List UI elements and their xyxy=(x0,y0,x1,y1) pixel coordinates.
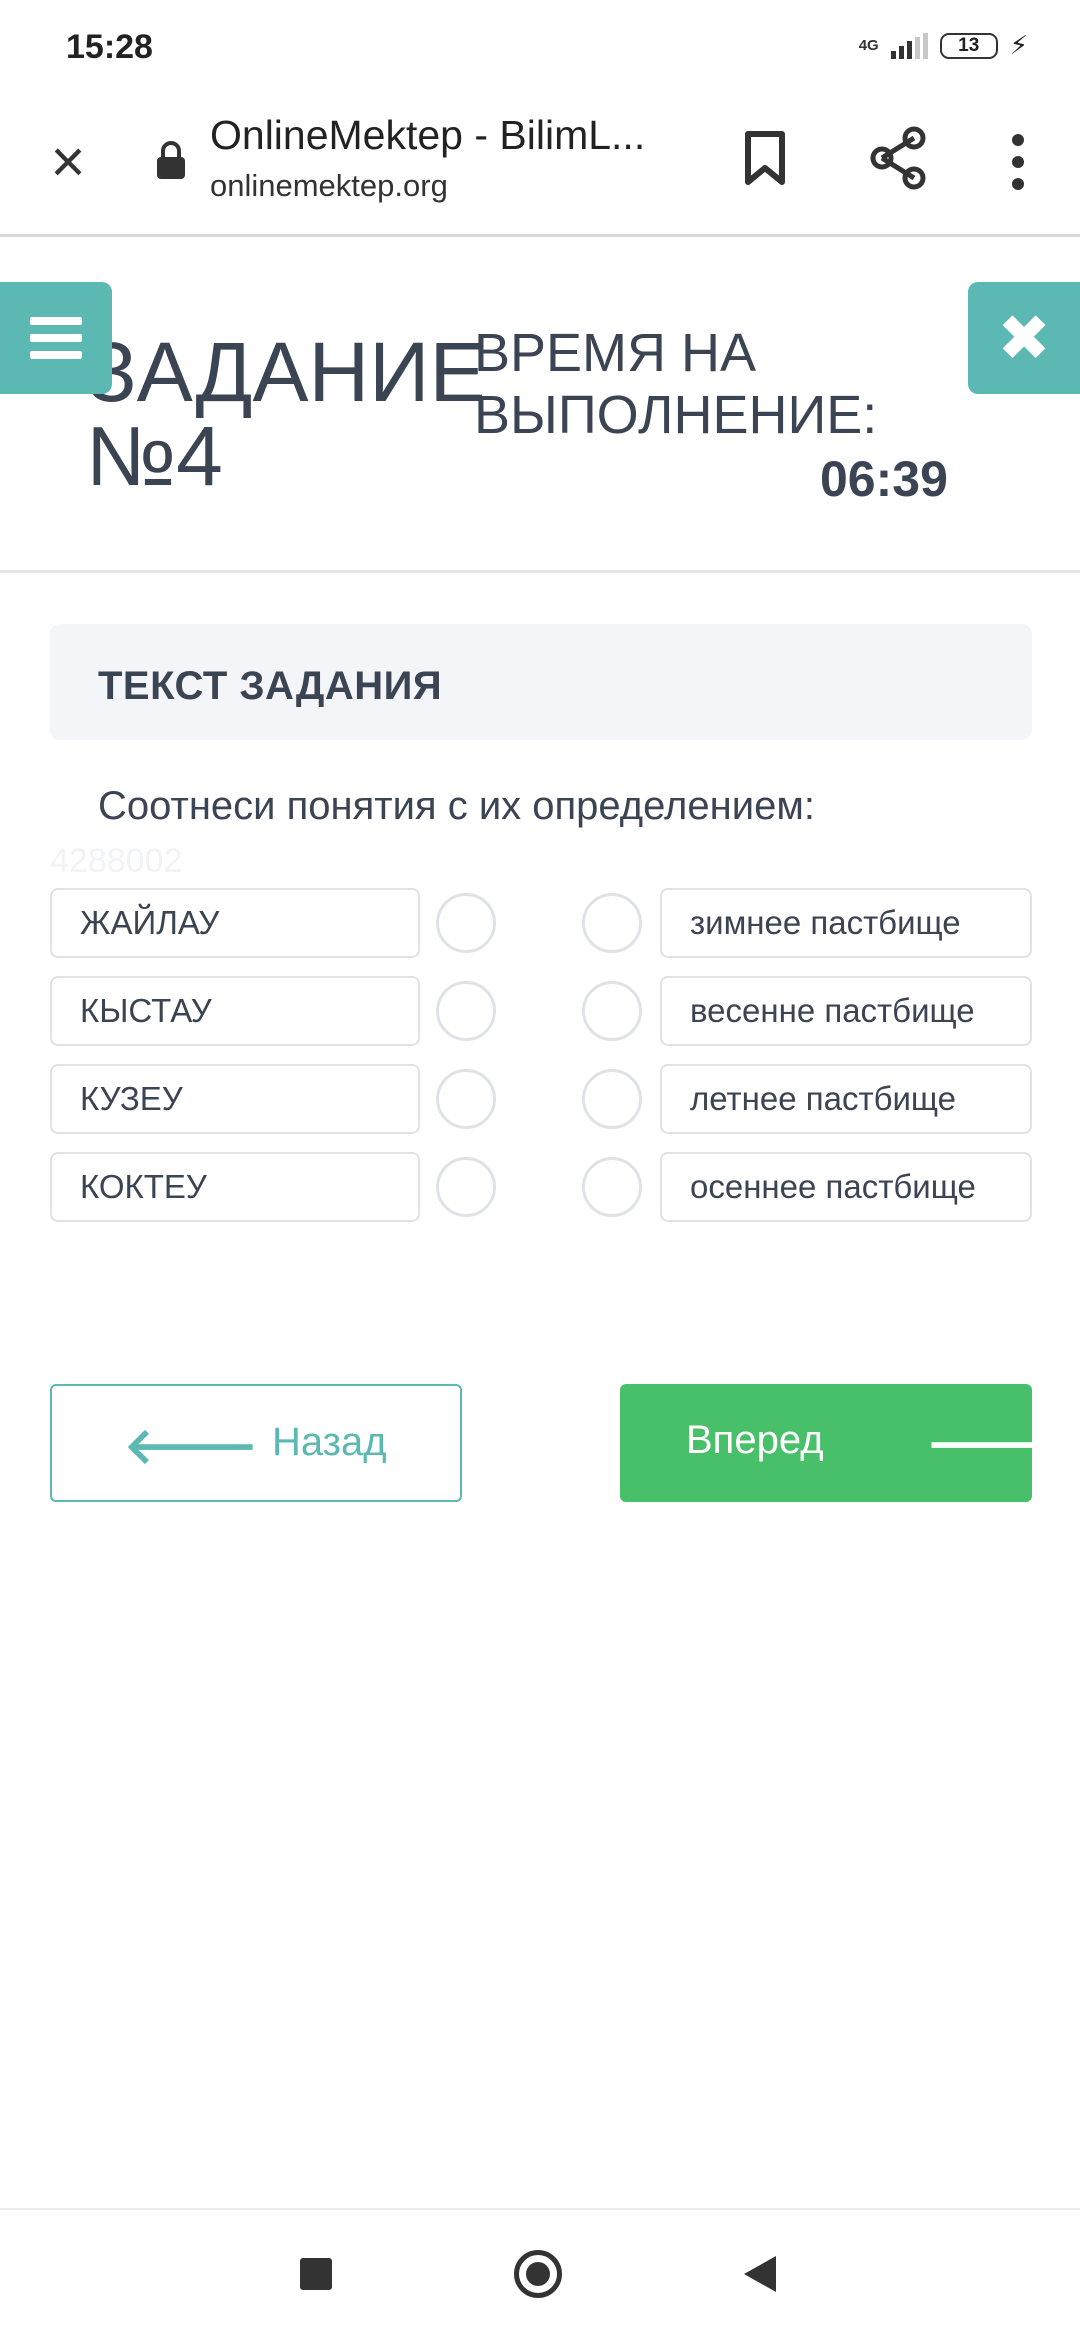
match-row: ЖАЙЛАУ зимнее пастбище xyxy=(50,888,1032,960)
term-radio[interactable] xyxy=(436,1069,496,1129)
match-row: КУЗЕУ летнее пастбище xyxy=(50,1064,1032,1136)
definition-item[interactable]: летнее пастбище xyxy=(660,1064,1032,1134)
next-button[interactable]: Вперед 🡒 xyxy=(620,1384,1060,1502)
timer-label: ВРЕМЯ НА ВЫПОЛНЕНИЕ: xyxy=(474,323,878,445)
page-title: OnlineMektep - BilimL... xyxy=(210,112,646,158)
task-text-header: ТЕКСТ ЗАДАНИЯ xyxy=(50,624,1032,740)
definition-radio[interactable] xyxy=(582,893,642,953)
status-time: 15:28 xyxy=(66,28,153,66)
arrow-right-icon: 🡒 xyxy=(926,1416,1061,1472)
back-button[interactable]: 🡐 Назад xyxy=(50,1384,462,1502)
system-nav-bar xyxy=(0,2208,1080,2342)
browser-toolbar: × OnlineMektep - BilimL... onlinemektep.… xyxy=(0,100,1080,237)
task-title: ЗАДАНИЕ №4 xyxy=(86,325,486,503)
definition-radio[interactable] xyxy=(582,981,642,1041)
close-task-button[interactable]: ✖ xyxy=(968,282,1080,394)
close-tab-icon[interactable]: × xyxy=(40,132,96,192)
term-radio[interactable] xyxy=(436,1157,496,1217)
definition-radio[interactable] xyxy=(582,1069,642,1129)
page-url[interactable]: onlinemektep.org xyxy=(210,168,448,204)
signal-icon xyxy=(890,32,928,59)
back-button-label: Назад xyxy=(272,1420,387,1464)
term-item[interactable]: КОКТЕУ xyxy=(50,1152,420,1222)
task-text-label: ТЕКСТ ЗАДАНИЯ xyxy=(98,664,443,708)
term-radio[interactable] xyxy=(436,893,496,953)
bookmark-icon[interactable] xyxy=(740,128,790,188)
term-item[interactable]: ЖАЙЛАУ xyxy=(50,888,420,958)
next-button-label: Вперед xyxy=(686,1418,824,1462)
match-row: КЫСТАУ весенне пастбище xyxy=(50,976,1032,1048)
menu-icon xyxy=(30,317,82,325)
share-icon[interactable] xyxy=(868,126,928,190)
status-bar: 15:28 4G 13 ⚡ xyxy=(0,0,1080,100)
charging-icon: ⚡ xyxy=(1009,30,1028,60)
close-icon: ✖ xyxy=(997,301,1051,374)
term-radio[interactable] xyxy=(436,981,496,1041)
battery-icon: 13 xyxy=(939,32,998,59)
lock-icon xyxy=(157,141,185,179)
timer-value: 06:39 xyxy=(820,451,948,507)
question-text: Соотнеси понятия с их определением: xyxy=(98,784,815,828)
divider xyxy=(0,570,1080,573)
definition-item[interactable]: осеннее пастбище xyxy=(660,1152,1032,1222)
definition-item[interactable]: зимнее пастбище xyxy=(660,888,1032,958)
more-options-icon[interactable] xyxy=(1000,130,1036,194)
definition-radio[interactable] xyxy=(582,1157,642,1217)
task-id-watermark: 4288002 xyxy=(50,842,183,880)
recent-apps-icon[interactable] xyxy=(300,2258,332,2290)
back-triangle-icon[interactable] xyxy=(744,2256,776,2292)
hamburger-menu-button[interactable] xyxy=(0,282,112,394)
network-type: 4G xyxy=(858,37,879,54)
home-icon[interactable] xyxy=(514,2250,562,2298)
arrow-left-icon: 🡐 xyxy=(124,1418,259,1474)
term-item[interactable]: КЫСТАУ xyxy=(50,976,420,1046)
definition-item[interactable]: весенне пастбище xyxy=(660,976,1032,1046)
status-icons: 4G 13 ⚡ xyxy=(859,30,1028,61)
battery-level: 13 xyxy=(958,34,980,56)
match-row: КОКТЕУ осеннее пастбище xyxy=(50,1152,1032,1224)
term-item[interactable]: КУЗЕУ xyxy=(50,1064,420,1134)
